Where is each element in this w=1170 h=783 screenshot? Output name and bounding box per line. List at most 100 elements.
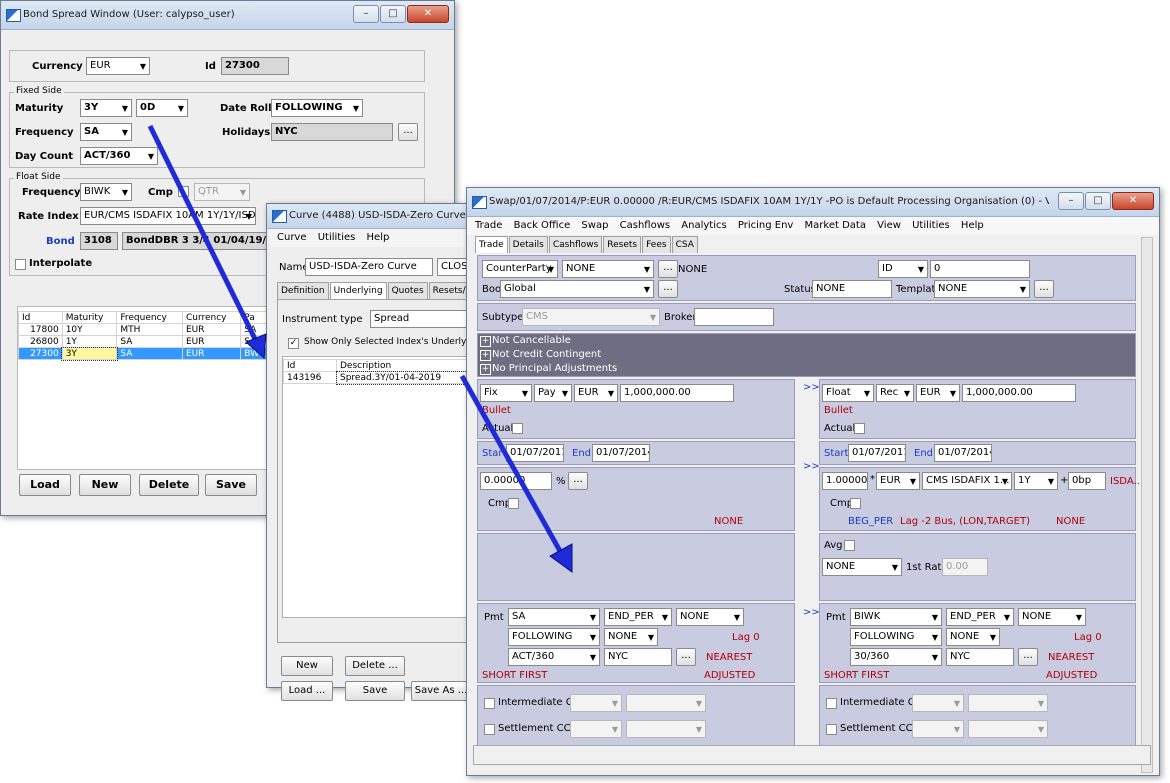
holidays-ellipsis-button[interactable]: ...	[398, 123, 418, 141]
maximize-icon[interactable]: □	[1085, 192, 1111, 210]
pay-actual-checkbox[interactable]	[512, 423, 523, 434]
tree-item-no-principal-adjustments[interactable]: No Principal Adjustments	[492, 363, 617, 374]
float-frequency-select[interactable]: BIWK ▼	[80, 183, 132, 201]
rec-intermediate-ccy-checkbox[interactable]	[826, 698, 837, 709]
pay-end-field[interactable]: 01/07/2014	[592, 444, 650, 462]
curve-save-button[interactable]: Save	[345, 681, 405, 701]
menu-cashflows[interactable]: Cashflows	[620, 217, 670, 235]
rec-factor-field[interactable]: 1.000000	[822, 472, 868, 490]
tab-quotes[interactable]: Quotes	[387, 282, 428, 299]
rec-start-field[interactable]: 01/07/2011	[848, 444, 906, 462]
col-pa[interactable]: Pa	[240, 311, 268, 324]
rec-notional-field[interactable]: 1,000,000.00	[962, 384, 1076, 402]
tree-item-not-cancellable[interactable]: Not Cancellable	[492, 335, 571, 346]
rec-holidays-field[interactable]: NYC	[946, 648, 1014, 666]
tab-csa[interactable]: CSA	[671, 236, 698, 253]
rec-settlement-ccy-select[interactable]: ▼	[912, 720, 964, 738]
subtype-select[interactable]: CMS ▼	[522, 308, 660, 326]
rec-settlement-ccy-checkbox[interactable]	[826, 724, 837, 735]
col-currency[interactable]: Currency	[181, 311, 242, 324]
rec-cmp-checkbox[interactable]	[850, 498, 861, 509]
menu-analytics[interactable]: Analytics	[681, 217, 726, 235]
curve-load-button[interactable]: Load ...	[281, 681, 333, 701]
book-select[interactable]: Global ▼	[500, 280, 654, 298]
menu-market-data[interactable]: Market Data	[805, 217, 866, 235]
cmp-checkbox[interactable]	[178, 186, 189, 197]
broker-field[interactable]	[694, 308, 774, 326]
pay-roll-none-select[interactable]: NONE ▼	[604, 628, 658, 646]
pay-cmp-checkbox[interactable]	[508, 498, 519, 509]
maturity-select[interactable]: 3Y ▼	[80, 99, 132, 117]
rec-first-rate-field[interactable]: 0.00	[942, 558, 988, 576]
col-maturity[interactable]: Maturity	[61, 311, 118, 324]
pay-holidays-field[interactable]: NYC	[604, 648, 672, 666]
rec-spread-field[interactable]: 0bp	[1068, 472, 1106, 490]
curve-new-button[interactable]: New	[281, 656, 333, 676]
bond-desc-field[interactable]: BondDBR 3 3/4 01/04/19/0D/0	[122, 232, 272, 250]
currency-select[interactable]: EUR ▼	[86, 57, 150, 75]
rec-index-select[interactable]: CMS ISDAFIX 1... ▼	[922, 472, 1012, 490]
menu-back-office[interactable]: Back Office	[514, 217, 571, 235]
new-button[interactable]: New	[79, 474, 131, 496]
intermediate-ccy-select[interactable]: ▼	[570, 694, 622, 712]
date-roll-select[interactable]: FOLLOWING ▼	[271, 99, 363, 117]
transfer-arrow-2[interactable]: >>	[803, 461, 820, 472]
table-row-selected[interactable]: 27300 3Y SA EUR BW	[18, 346, 268, 361]
rec-leg-type-select[interactable]: Float ▼	[822, 384, 874, 402]
expand-icon[interactable]: +	[480, 336, 491, 347]
menu-pricing-env[interactable]: Pricing Env	[738, 217, 793, 235]
tab-trade[interactable]: Trade	[475, 236, 508, 253]
rec-currency-select[interactable]: EUR ▼	[916, 384, 960, 402]
tab-definition[interactable]: Definition	[277, 282, 329, 299]
intermediate-ccy-checkbox[interactable]	[484, 698, 495, 709]
bond-id-field[interactable]: 3108	[80, 232, 118, 250]
minimize-icon[interactable]: –	[353, 5, 379, 23]
tab-details[interactable]: Details	[508, 236, 548, 253]
pay-leg-type-select[interactable]: Fix ▼	[480, 384, 532, 402]
save-button[interactable]: Save	[205, 474, 257, 496]
holidays-field[interactable]: NYC	[271, 123, 393, 141]
col-description[interactable]: Description	[336, 359, 471, 372]
rec-roll-select[interactable]: FOLLOWING ▼	[850, 628, 942, 646]
rec-avg-checkbox[interactable]	[844, 540, 855, 551]
menu-trade[interactable]: Trade	[475, 217, 502, 235]
maturity-days-select[interactable]: 0D ▼	[136, 99, 188, 117]
pay-start-field[interactable]: 01/07/2011	[506, 444, 564, 462]
trade-id-field[interactable]: 0	[930, 260, 1030, 278]
col-frequency[interactable]: Frequency	[116, 311, 183, 324]
menu-swap[interactable]: Swap	[581, 217, 608, 235]
rec-actual-checkbox[interactable]	[854, 423, 865, 434]
rec-holidays-ellipsis-button[interactable]: ...	[1018, 648, 1038, 666]
pay-currency-select[interactable]: EUR ▼	[574, 384, 618, 402]
close-icon[interactable]: ✕	[407, 5, 449, 23]
cmp-select[interactable]: QTR ▼	[194, 183, 250, 201]
rec-tenor-select[interactable]: 1Y ▼	[1014, 472, 1058, 490]
frequency-select[interactable]: SA ▼	[80, 123, 132, 141]
pay-direction-select[interactable]: Pay ▼	[534, 384, 572, 402]
bond-window-titlebar[interactable]: Bond Spread Window (User: calypso_user) …	[1, 1, 454, 30]
table-row[interactable]: 26800 1Y SA EUR SA	[18, 335, 268, 348]
rec-pmt-none-select[interactable]: NONE ▼	[1018, 608, 1086, 626]
settlement-ccy-select[interactable]: ▼	[570, 720, 622, 738]
book-ellipsis-button[interactable]: ...	[658, 280, 678, 298]
rec-pmt-freq-select[interactable]: BIWK ▼	[850, 608, 942, 626]
counterparty-ellipsis-button[interactable]: ...	[658, 260, 678, 278]
pay-notional-field[interactable]: 1,000,000.00	[620, 384, 734, 402]
expand-icon[interactable]: +	[480, 364, 491, 375]
col-id[interactable]: Id	[18, 311, 63, 324]
table-row[interactable]: 143196 Spread.3Y/01-04-2019	[283, 370, 472, 385]
counterparty-role-select[interactable]: CounterParty ▼	[482, 260, 558, 278]
transfer-arrow-3[interactable]: >>	[803, 607, 820, 618]
counterparty-select[interactable]: NONE ▼	[562, 260, 654, 278]
menu-curve[interactable]: Curve	[277, 229, 307, 247]
id-type-select[interactable]: ID ▼	[878, 260, 928, 278]
menu-utilities[interactable]: Utilities	[912, 217, 950, 235]
id-field[interactable]: 27300	[221, 57, 289, 75]
template-select[interactable]: NONE ▼	[934, 280, 1030, 298]
minimize-icon[interactable]: –	[1058, 192, 1084, 210]
intermediate-ccy-select-2[interactable]: ▼	[626, 694, 706, 712]
pay-pmt-freq-select[interactable]: SA ▼	[508, 608, 600, 626]
pay-rate-ellipsis-button[interactable]: ...	[568, 472, 588, 490]
template-ellipsis-button[interactable]: ...	[1034, 280, 1054, 298]
swap-window-titlebar[interactable]: Swap/01/07/2014/P:EUR 0.00000 /R:EUR/CMS…	[467, 188, 1159, 217]
